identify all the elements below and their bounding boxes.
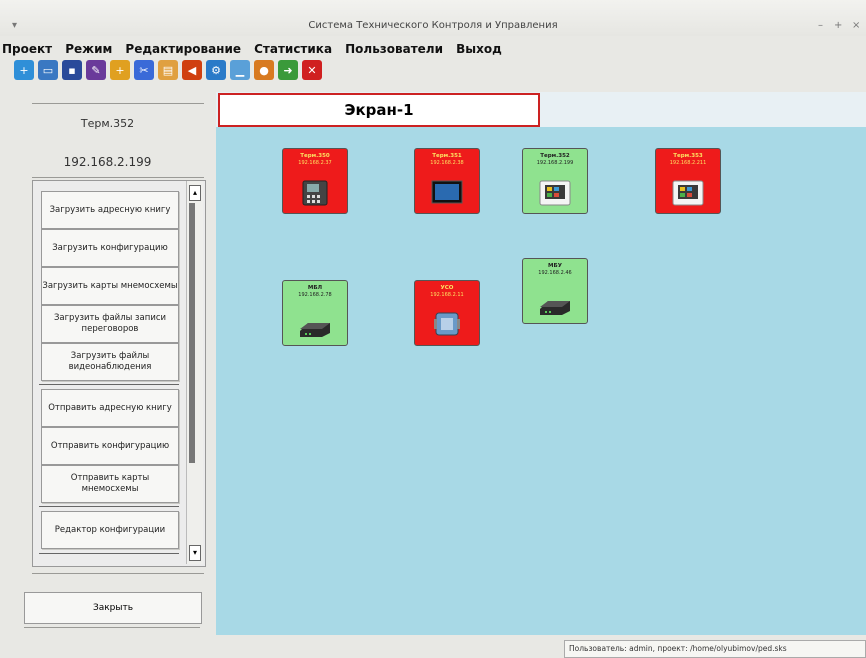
device-name: Терм.352: [540, 153, 570, 159]
import-icon[interactable]: ➜: [278, 60, 298, 80]
save-as-icon[interactable]: ✎: [86, 60, 106, 80]
users-icon[interactable]: ●: [254, 60, 274, 80]
divider: [39, 506, 179, 507]
config-editor-button[interactable]: Редактор конфигурации: [41, 511, 179, 549]
maximize-button[interactable]: +: [834, 20, 842, 31]
terminal-screen-icon: [539, 180, 571, 206]
divider: [32, 177, 204, 178]
terminal-screen-icon: [672, 180, 704, 206]
chart-icon[interactable]: ▁: [230, 60, 250, 80]
load-video-files-button[interactable]: Загрузить файлы видеонаблюдения: [41, 343, 179, 381]
menu-users[interactable]: Пользователи: [345, 42, 443, 56]
vertical-scrollbar[interactable]: ▴ ▾: [186, 181, 203, 564]
load-configuration-button[interactable]: Загрузить конфигурацию: [41, 229, 179, 267]
send-mnemonic-maps-button[interactable]: Отправить карты мнемосхемы: [41, 465, 179, 503]
status-bar: Пользователь: admin, проект: /home/olyub…: [564, 640, 866, 658]
cut-icon[interactable]: ✂: [134, 60, 154, 80]
device-tile[interactable]: МБУ 192.168.2.46: [522, 258, 588, 324]
new-file-icon[interactable]: +: [14, 60, 34, 80]
device-name: МБУ: [548, 263, 562, 269]
scroll-up-icon[interactable]: ▴: [189, 185, 201, 201]
scroll-down-icon[interactable]: ▾: [189, 545, 201, 561]
device-ip: 192.168.2.37: [298, 160, 332, 166]
sound-icon[interactable]: ◀: [182, 60, 202, 80]
paste-icon[interactable]: ▤: [158, 60, 178, 80]
menu-bar: Проект Режим Редактирование Статистика П…: [0, 38, 866, 56]
device-name: УСО: [440, 285, 454, 291]
divider: [39, 553, 179, 554]
menu-exit[interactable]: Выход: [456, 42, 502, 56]
device-ip: 192.168.2.199: [536, 160, 574, 166]
device-tile[interactable]: МБЛ 192.168.2.78: [282, 280, 348, 346]
device-tile[interactable]: Терм.353 192.168.2.211: [655, 148, 721, 214]
load-address-book-button[interactable]: Загрузить адресную книгу: [41, 191, 179, 229]
divider: [24, 627, 200, 628]
scrollbar-thumb[interactable]: [189, 203, 195, 463]
actions-panel: Загрузить адресную книгу Загрузить конфи…: [32, 180, 206, 567]
io-module-icon: [434, 312, 460, 336]
divider: [32, 573, 204, 574]
new-screen-icon[interactable]: +: [110, 60, 130, 80]
device-tile[interactable]: Терм.352 192.168.2.199: [522, 148, 588, 214]
network-box-icon: [300, 323, 330, 337]
device-ip: 192.168.2.46: [538, 270, 572, 276]
device-tile[interactable]: УСО 192.168.2.11: [414, 280, 480, 346]
device-name: Терм.353: [673, 153, 703, 159]
send-address-book-button[interactable]: Отправить адресную книгу: [41, 389, 179, 427]
load-mnemonic-maps-button[interactable]: Загрузить карты мнемосхемы: [41, 267, 179, 305]
network-box-icon: [540, 301, 570, 315]
desk-phone-icon: [302, 180, 328, 206]
device-name: Терм.350: [300, 153, 330, 159]
load-recordings-button[interactable]: Загрузить файлы записи переговоров: [41, 305, 179, 343]
device-ip: 192.168.2.38: [430, 160, 464, 166]
save-icon[interactable]: ▪: [62, 60, 82, 80]
device-tile[interactable]: Терм.351 192.168.2.38: [414, 148, 480, 214]
exit-icon[interactable]: ✕: [302, 60, 322, 80]
open-folder-icon[interactable]: ▭: [38, 60, 58, 80]
terminal-ip: 192.168.2.199: [63, 155, 152, 169]
device-name: Терм.351: [432, 153, 462, 159]
device-name: МБЛ: [307, 285, 323, 291]
settings-icon[interactable]: ⚙: [206, 60, 226, 80]
title-bar: ▾ Система Технического Контроля и Управл…: [0, 0, 866, 36]
menu-project[interactable]: Проект: [2, 42, 52, 56]
divider: [32, 103, 204, 104]
monitor-icon: [431, 180, 463, 204]
device-ip: 192.168.2.78: [298, 292, 332, 298]
send-configuration-button[interactable]: Отправить конфигурацию: [41, 427, 179, 465]
close-button[interactable]: Закрыть: [24, 592, 202, 624]
device-ip: 192.168.2.211: [669, 160, 707, 166]
menu-mode[interactable]: Режим: [65, 42, 112, 56]
menu-edit[interactable]: Редактирование: [125, 42, 241, 56]
window-title: Система Технического Контроля и Управлен…: [308, 20, 558, 31]
terminal-name: Терм.352: [80, 117, 135, 130]
divider: [39, 384, 179, 385]
toolbar: + ▭ ▪ ✎ + ✂ ▤ ◀ ⚙ ▁ ● ➜ ✕: [14, 58, 322, 82]
menu-statistics[interactable]: Статистика: [254, 42, 332, 56]
device-ip: 192.168.2.11: [430, 292, 464, 298]
minimize-button[interactable]: –: [818, 20, 823, 31]
device-tile[interactable]: Терм.350 192.168.2.37: [282, 148, 348, 214]
tab-screen-1[interactable]: Экран-1: [218, 93, 540, 127]
close-window-button[interactable]: ×: [852, 20, 860, 31]
